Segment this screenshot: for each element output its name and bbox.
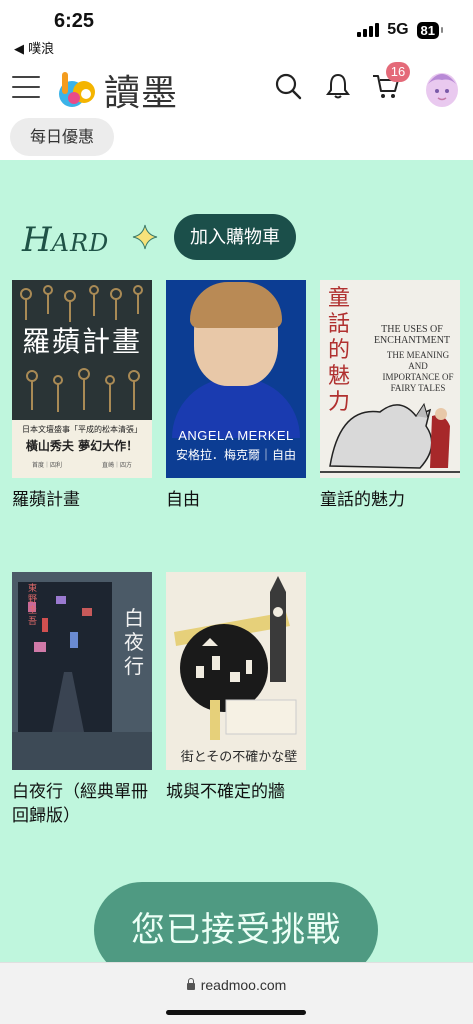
hard-logo-initial: H	[22, 220, 52, 260]
brand-logo[interactable]: 讀墨	[56, 64, 178, 116]
cover-tags: 首度｜四利 直崎｜四方	[12, 460, 152, 469]
search-icon[interactable]	[272, 70, 304, 102]
url-text: readmoo.com	[200, 977, 287, 993]
cover-author-line: 橫山秀夫 夢幻大作！	[25, 439, 139, 453]
hard-logo-rest: ARD	[51, 229, 110, 257]
cover-title-en: THE USES OF ENCHANTMENT	[373, 324, 451, 346]
readmoo-logo-icon	[59, 72, 95, 107]
book-title[interactable]: 羅蘋計畫	[12, 488, 152, 512]
sparkle-icon	[132, 224, 158, 250]
book-cover[interactable]: 羅蘋計畫 日本文壇盛事「平成的松本清張」 橫山秀夫 夢幻大作！ 首度｜四利 直崎…	[12, 280, 152, 478]
add-to-cart-button[interactable]: 加入購物車	[174, 214, 296, 260]
cover-info-strip: 日本文壇盛事「平成的松本清張」 橫山秀夫 夢幻大作！ 首度｜四利 直崎｜四方	[12, 420, 152, 478]
cover-title-ja: 街とその不確かな壁	[180, 750, 298, 765]
brand-name: 讀墨	[104, 73, 179, 114]
status-bar: 6:25 ◀ 噗浪 5G 81	[0, 0, 473, 57]
book-card[interactable]: 羅蘋計畫 日本文壇盛事「平成的松本清張」 橫山秀夫 夢幻大作！ 首度｜四利 直崎…	[12, 280, 152, 512]
cover-title: 羅蘋計畫	[22, 325, 143, 358]
book-card[interactable]: 東野圭吾 白夜行 白夜行（經典單冊回歸版）	[12, 572, 152, 828]
back-to-app-link[interactable]: ◀ 噗浪	[14, 38, 54, 57]
site-header: 讀墨 16 每日優惠	[0, 56, 473, 160]
cover-author-en: ANGELA MERKEL	[178, 428, 294, 443]
book-title[interactable]: 城與不確定的牆	[166, 780, 306, 804]
challenge-section: HARD 加入購物車 羅蘋計畫 日本文壇盛事「平成的松本清張」 橫山秀夫 夢幻大…	[0, 160, 473, 1024]
book-cover[interactable]: 童話的魅力 THE USES OF ENCHANTMENT THE MEANIN…	[320, 280, 460, 478]
status-indicators: 5G 81	[357, 21, 444, 39]
cover-author-zh: 安格拉．梅克爾｜自由	[175, 448, 296, 462]
clock: 6:25	[54, 10, 95, 32]
book-title[interactable]: 自由	[166, 488, 306, 512]
cover-tagline: 日本文壇盛事「平成的松本清張」	[22, 425, 142, 434]
book-cover[interactable]: 東野圭吾 白夜行	[12, 572, 152, 770]
url-display[interactable]: readmoo.com	[0, 977, 473, 993]
user-avatar[interactable]	[424, 68, 460, 108]
menu-icon[interactable]	[12, 76, 40, 98]
battery-icon: 81	[416, 21, 444, 39]
signal-icon	[357, 23, 380, 37]
book-card[interactable]: ANGELA MERKEL 安格拉．梅克爾｜自由 自由	[166, 280, 306, 512]
cover-subtitle: THE MEANING AND IMPORTANCE OF FAIRY TALE…	[382, 350, 454, 393]
cart-count-badge: 16	[386, 62, 410, 82]
daily-deals-chip[interactable]: 每日優惠	[10, 118, 115, 156]
book-title[interactable]: 童話的魅力	[320, 488, 460, 512]
lock-icon	[186, 978, 195, 990]
book-card[interactable]: 童話的魅力 THE USES OF ENCHANTMENT THE MEANIN…	[320, 280, 460, 512]
cover-tag: 直崎｜四方	[101, 462, 132, 469]
network-type: 5G	[387, 21, 409, 38]
town-illustration	[166, 572, 306, 770]
cover-author: 東野圭吾	[28, 584, 38, 627]
cover-tag: 首度｜四利	[31, 462, 62, 469]
portrait-hair	[190, 282, 282, 328]
home-indicator[interactable]	[166, 1010, 306, 1015]
cover-title: 白夜行	[124, 606, 144, 678]
book-cover[interactable]: ANGELA MERKEL 安格拉．梅克爾｜自由	[166, 280, 306, 478]
book-card[interactable]: 街とその不確かな壁 城與不確定的牆	[166, 572, 306, 804]
book-cover[interactable]: 街とその不確かな壁	[166, 572, 306, 770]
bell-icon[interactable]	[322, 70, 354, 102]
hard-challenge-logo: HARD	[22, 220, 109, 260]
book-title[interactable]: 白夜行（經典單冊回歸版）	[12, 780, 152, 828]
